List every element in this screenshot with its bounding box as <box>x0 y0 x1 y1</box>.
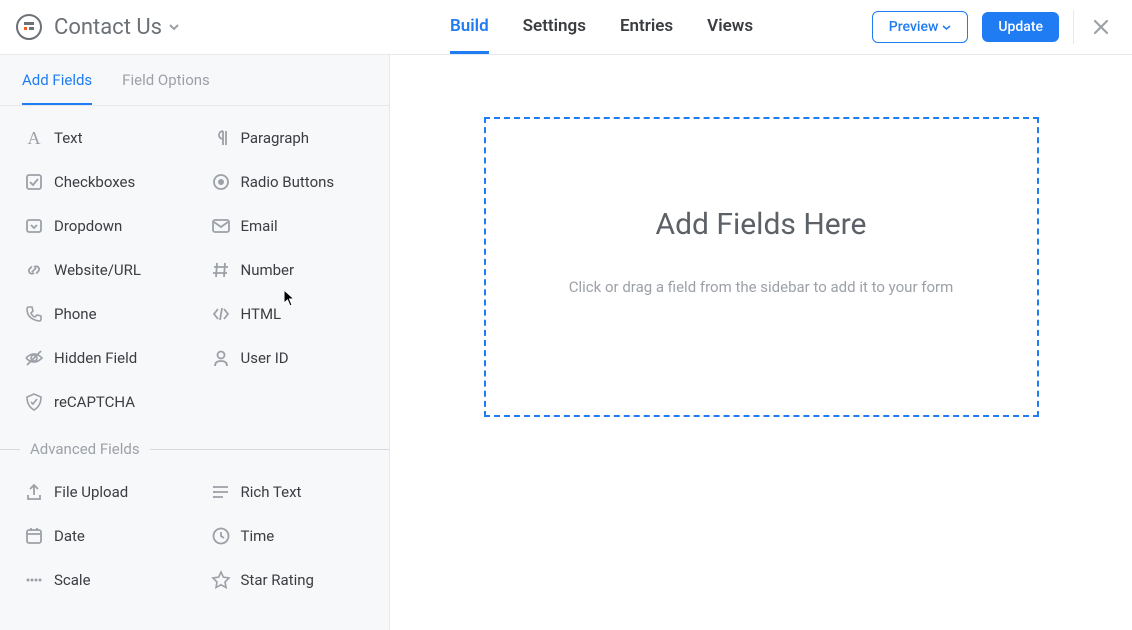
field-label: Star Rating <box>241 571 314 589</box>
app-logo <box>14 12 44 42</box>
checkbox-icon <box>14 172 54 192</box>
radio-icon <box>201 172 241 192</box>
richtext-icon <box>201 482 241 502</box>
sidebar: Add Fields Field Options A Text Paragraph C… <box>0 55 390 630</box>
hidden-icon <box>14 348 54 368</box>
divider <box>1073 10 1074 44</box>
upload-icon <box>14 482 54 502</box>
email-icon <box>201 216 241 236</box>
field-radio-buttons[interactable]: Radio Buttons <box>195 160 382 204</box>
sidebar-tabs: Add Fields Field Options <box>0 55 389 106</box>
topbar: Contact Us Build Settings Entries Views … <box>0 0 1132 55</box>
caret-down-icon <box>942 23 951 32</box>
field-label: Hidden Field <box>54 349 137 367</box>
form-title-dropdown[interactable]: Contact Us <box>54 15 180 40</box>
tab-settings[interactable]: Settings <box>523 0 586 54</box>
text-icon: A <box>14 128 54 148</box>
field-label: Phone <box>54 305 97 323</box>
shield-icon <box>14 392 54 412</box>
field-label: File Upload <box>54 483 128 501</box>
field-label: Checkboxes <box>54 173 135 191</box>
scale-icon <box>14 570 54 590</box>
workspace: Add Fields Field Options A Text Paragraph C… <box>0 55 1132 630</box>
svg-text:A: A <box>28 128 41 148</box>
time-icon <box>201 526 241 546</box>
field-label: Date <box>54 527 85 545</box>
field-recaptcha[interactable]: reCAPTCHA <box>8 380 195 424</box>
canvas: Add Fields Here Click or drag a field fr… <box>390 55 1132 630</box>
date-icon <box>14 526 54 546</box>
field-phone[interactable]: Phone <box>8 292 195 336</box>
advanced-section-header: Advanced Fields <box>0 440 389 458</box>
field-label: reCAPTCHA <box>54 393 135 411</box>
field-label: User ID <box>241 349 289 367</box>
paragraph-icon <box>201 128 241 148</box>
field-label: Scale <box>54 571 91 589</box>
dropzone[interactable]: Add Fields Here Click or drag a field fr… <box>484 117 1039 417</box>
update-button[interactable]: Update <box>982 12 1059 42</box>
top-actions: Preview Update <box>872 10 1114 44</box>
field-date[interactable]: Date <box>8 514 195 558</box>
close-icon <box>1092 18 1110 36</box>
dropzone-title: Add Fields Here <box>656 207 867 242</box>
advanced-section-title: Advanced Fields <box>20 440 150 458</box>
field-label: Time <box>241 527 275 545</box>
dropzone-subtitle: Click or drag a field from the sidebar t… <box>569 278 954 296</box>
field-label: Radio Buttons <box>241 173 335 191</box>
preview-button[interactable]: Preview <box>872 11 969 43</box>
field-user-id[interactable]: User ID <box>195 336 382 380</box>
tab-entries[interactable]: Entries <box>620 0 673 54</box>
field-label: Website/URL <box>54 261 141 279</box>
field-paragraph[interactable]: Paragraph <box>195 116 382 160</box>
tab-views[interactable]: Views <box>707 0 753 54</box>
advanced-fields-grid: File Upload Rich Text Date Time Scale Star Ra… <box>0 460 389 602</box>
main-tabs: Build Settings Entries Views <box>450 0 753 54</box>
field-label: HTML <box>241 305 282 323</box>
field-html[interactable]: HTML <box>195 292 382 336</box>
phone-icon <box>14 304 54 324</box>
basic-fields-grid: A Text Paragraph Checkboxes Radio Buttons Dro… <box>0 106 389 424</box>
field-label: Number <box>241 261 295 279</box>
field-email[interactable]: Email <box>195 204 382 248</box>
field-hidden-field[interactable]: Hidden Field <box>8 336 195 380</box>
field-checkboxes[interactable]: Checkboxes <box>8 160 195 204</box>
link-icon <box>14 260 54 280</box>
hash-icon <box>201 260 241 280</box>
field-label: Text <box>54 129 83 147</box>
field-time[interactable]: Time <box>195 514 382 558</box>
sidebar-tab-field-options[interactable]: Field Options <box>122 55 210 105</box>
field-number[interactable]: Number <box>195 248 382 292</box>
field-label: Dropdown <box>54 217 122 235</box>
field-file-upload[interactable]: File Upload <box>8 470 195 514</box>
sidebar-tab-add-fields[interactable]: Add Fields <box>22 55 92 105</box>
star-icon <box>201 570 241 590</box>
close-button[interactable] <box>1088 14 1114 40</box>
html-icon <box>201 304 241 324</box>
field-label: Email <box>241 217 278 235</box>
field-label: Rich Text <box>241 483 302 501</box>
form-title: Contact Us <box>54 15 162 40</box>
field-dropdown[interactable]: Dropdown <box>8 204 195 248</box>
user-icon <box>201 348 241 368</box>
field-label: Paragraph <box>241 129 310 147</box>
field-text[interactable]: A Text <box>8 116 195 160</box>
field-star-rating[interactable]: Star Rating <box>195 558 382 602</box>
field-rich-text[interactable]: Rich Text <box>195 470 382 514</box>
field-website-url[interactable]: Website/URL <box>8 248 195 292</box>
dropdown-icon <box>14 216 54 236</box>
field-scale[interactable]: Scale <box>8 558 195 602</box>
chevron-down-icon <box>168 21 180 33</box>
tab-build[interactable]: Build <box>450 0 489 54</box>
